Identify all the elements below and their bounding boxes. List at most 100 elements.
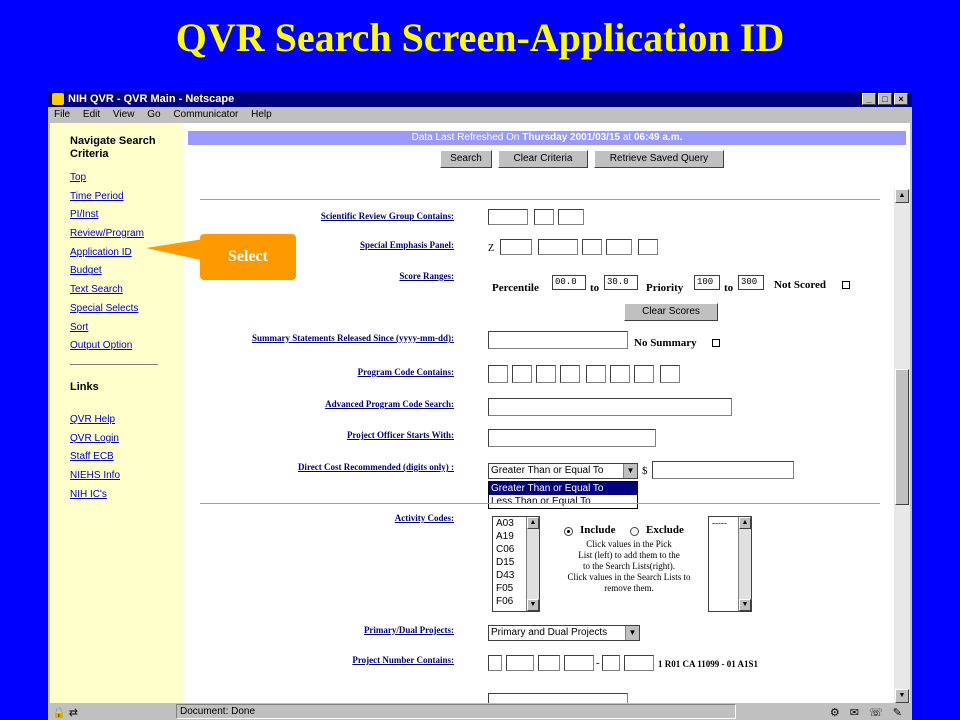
scroll-up-icon[interactable]: ▲ [739,517,751,529]
link-qvr-help[interactable]: QVR Help [70,413,184,432]
program-code-input-1[interactable] [488,365,508,383]
summary-date-input[interactable] [488,331,628,349]
menu-communicator[interactable]: Communicator [173,109,238,120]
adv-program-input[interactable] [488,398,732,416]
program-code-input-8[interactable] [660,365,680,383]
percentile-to-input[interactable]: 30.0 [604,275,638,290]
composer-icon[interactable]: ✎ [893,705,902,720]
sidebar-divider [70,363,158,365]
link-nih-ics[interactable]: NIH IC's [70,488,184,507]
menu-edit[interactable]: Edit [83,109,100,120]
refresh-time: 06:49 a.m. [634,132,683,143]
include-label: Include [580,524,616,536]
exclude-radio[interactable] [630,527,639,536]
srg-input-2[interactable] [534,209,554,225]
srg-input-3[interactable] [558,209,584,225]
chevron-down-icon[interactable]: ▼ [625,626,639,640]
priority-from-input[interactable]: 100 [694,275,720,290]
percentile-from-input[interactable]: 00.0 [552,275,586,290]
menu-view[interactable]: View [113,109,135,120]
include-radio[interactable] [564,527,573,536]
sep-label: Special Emphasis Panel: [359,240,454,250]
status-bar: 🔒 ⇄ Document: Done ⚙ ✉ ☏ ✎ [48,703,912,720]
discussion-icon[interactable]: ☏ [869,705,883,720]
menu-go[interactable]: Go [147,109,160,120]
po-input[interactable] [488,429,656,447]
search-list-scrollbar[interactable]: ▲ ▼ [738,517,751,611]
primary-dual-selected: Primary and Dual Projects [491,627,608,638]
maximize-button[interactable]: □ [878,93,892,105]
close-button[interactable]: × [894,93,908,105]
project-number-ic[interactable] [538,655,560,671]
nav-pi-inst[interactable]: PI/Inst [70,208,184,227]
program-code-input-4[interactable] [560,365,580,383]
menu-help[interactable]: Help [251,109,272,120]
project-number-suffix[interactable] [624,655,654,671]
option-greater-equal[interactable]: Greater Than or Equal To [489,482,637,495]
chevron-down-icon[interactable]: ▼ [623,464,637,478]
sep-input-4[interactable] [606,239,632,255]
activity-search-list[interactable]: ----- ▲ ▼ [708,516,752,612]
clear-scores-button[interactable]: Clear Scores [624,303,718,321]
navigator-icon[interactable]: ⚙ [830,705,840,720]
partial-next-input[interactable] [488,693,628,703]
primary-dual-select[interactable]: Primary and Dual Projects ▼ [488,625,640,641]
program-code-input-5[interactable] [586,365,606,383]
menu-bar: File Edit View Go Communicator Help [48,107,912,123]
link-qvr-login[interactable]: QVR Login [70,432,184,451]
mail-icon[interactable]: ✉ [850,705,859,720]
scroll-thumb[interactable] [895,369,909,505]
nav-text-search[interactable]: Text Search [70,283,184,302]
direct-cost-input[interactable] [652,461,794,479]
nav-sort[interactable]: Sort [70,321,184,340]
primary-dual-label: Primary/Dual Projects: [363,625,454,635]
direct-cost-select[interactable]: Greater Than or Equal To ▼ [488,463,638,479]
option-less-equal[interactable]: Less Than or Equal To [489,495,637,508]
nav-review-program[interactable]: Review/Program [70,227,184,246]
link-staff-ecb[interactable]: Staff ECB [70,450,184,469]
srg-input-1[interactable] [488,209,528,225]
direct-cost-label: Direct Cost Recommended (digits only) : [297,462,454,472]
srg-label: Scientific Review Group Contains: [320,211,454,221]
clear-criteria-button[interactable]: Clear Criteria [498,150,588,168]
retrieve-saved-query-button[interactable]: Retrieve Saved Query [594,150,724,168]
activity-pick-list[interactable]: A03 A19 C06 D15 D43 F05 F06 ▲ ▼ [492,516,540,612]
nav-application-id[interactable]: Application ID [70,246,184,265]
nav-time-period[interactable]: Time Period [70,190,184,209]
project-number-serial[interactable] [564,655,594,671]
menu-file[interactable]: File [54,109,70,120]
priority-to-input[interactable]: 300 [738,275,764,290]
scroll-down-icon[interactable]: ▼ [527,599,539,611]
program-code-input-6[interactable] [610,365,630,383]
window-title: NIH QVR - QVR Main - Netscape [68,93,235,105]
sep-input-2[interactable] [538,239,578,255]
program-code-input-7[interactable] [634,365,654,383]
refresh-prefix: Data Last Refreshed On [411,132,523,143]
security-lock-icon[interactable]: 🔒 ⇄ [52,705,78,720]
scroll-up-icon[interactable]: ▲ [527,517,539,529]
no-summary-checkbox[interactable] [712,339,720,347]
pick-list-scrollbar[interactable]: ▲ ▼ [526,517,539,611]
scroll-up-icon[interactable]: ▲ [895,189,909,203]
no-summary-label: No Summary [634,337,697,349]
nav-top[interactable]: Top [70,171,184,190]
not-scored-checkbox[interactable] [842,281,850,289]
minimize-button[interactable]: _ [862,93,876,105]
refresh-banner: Data Last Refreshed On Thursday 2001/03/… [188,131,906,145]
sep-input-1[interactable] [500,239,532,255]
scroll-down-icon[interactable]: ▼ [895,689,909,703]
program-code-input-2[interactable] [512,365,532,383]
sep-input-5[interactable] [638,239,658,255]
nav-budget[interactable]: Budget [70,264,184,283]
sep-input-3[interactable] [582,239,602,255]
scroll-down-icon[interactable]: ▼ [739,599,751,611]
project-number-year[interactable] [602,655,620,671]
page-scrollbar[interactable]: ▲ ▼ [894,189,910,703]
project-number-activity[interactable] [506,655,534,671]
link-niehs-info[interactable]: NIEHS Info [70,469,184,488]
program-code-input-3[interactable] [536,365,556,383]
nav-output-option[interactable]: Output Option [70,339,184,358]
nav-special-selects[interactable]: Special Selects [70,302,184,321]
project-number-type[interactable] [488,655,502,671]
search-button[interactable]: Search [440,150,492,168]
